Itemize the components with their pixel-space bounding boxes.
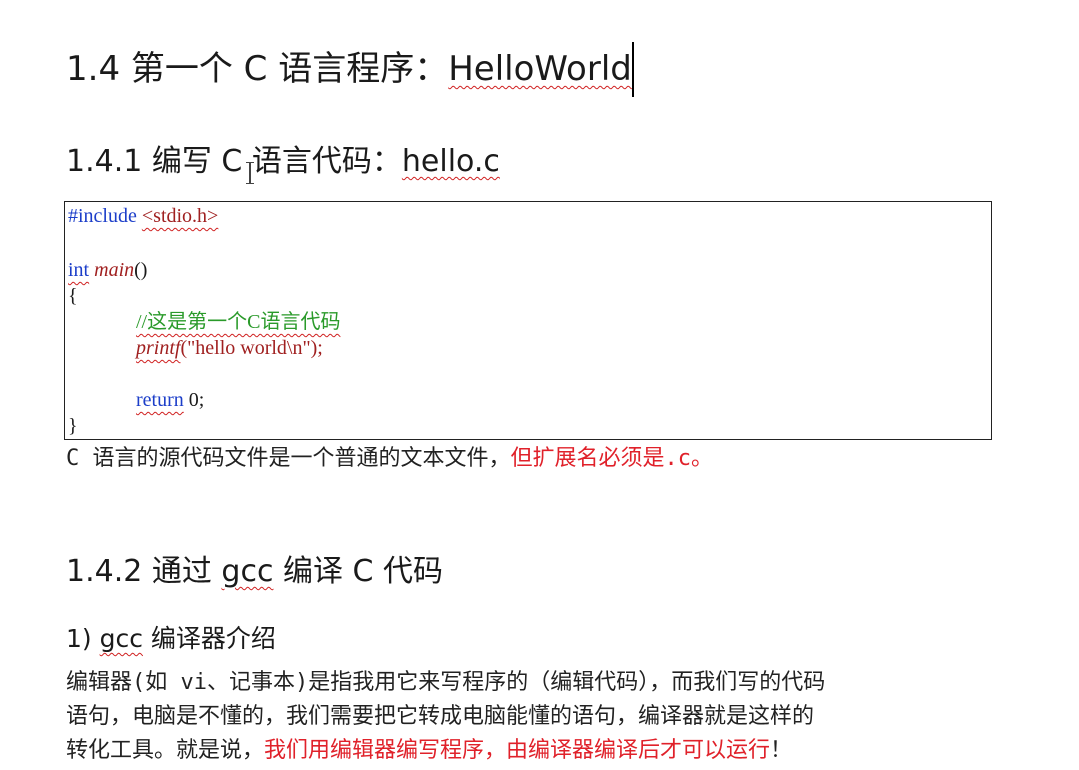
heading-1-4-2-word: gcc xyxy=(221,554,274,589)
note-text: C 语言的源代码文件是一个普通的文本文件， xyxy=(66,446,511,471)
code-return-keyword: return xyxy=(136,389,184,411)
code-type: int xyxy=(68,259,90,281)
heading-1-4-1-prefix: 1.4.1 编写 C 语言代码： xyxy=(66,144,402,179)
code-open-brace: { xyxy=(68,285,78,307)
paragraph-line-3: 转化工具。就是说，我们用编辑器编写程序，由编译器编译后才可以运行！ xyxy=(66,734,792,768)
code-printf-args: ("hello world\n"); xyxy=(180,337,323,359)
code-line-return: return 0; xyxy=(136,387,204,413)
code-include-directive: #include xyxy=(68,205,137,227)
code-parens: () xyxy=(134,259,148,281)
heading-1-4-word: HelloWorld xyxy=(448,49,632,89)
note-line: C 语言的源代码文件是一个普通的文本文件，但扩展名必须是.c。 xyxy=(66,442,713,476)
code-func-name: main xyxy=(94,259,135,281)
code-include-header: <stdio.h> xyxy=(141,205,219,227)
paragraph-line-3-prefix: 转化工具。就是说， xyxy=(66,738,265,763)
code-block[interactable]: #include <stdio.h> int main() { //这是第一个C… xyxy=(64,201,992,440)
heading-1-4-prefix: 1.4 第一个 C 语言程序： xyxy=(66,49,449,89)
heading-1-4-1: 1.4.1 编写 C 语言代码：hello.c xyxy=(66,142,500,182)
heading-1-4-2-prefix: 1.4.2 通过 xyxy=(66,554,222,589)
heading-gcc-intro-suffix: 编译器介绍 xyxy=(142,624,276,653)
paragraph-line-3-highlight: 我们用编辑器编写程序，由编译器编译后才可以运行 xyxy=(264,738,771,763)
heading-1-4-1-word: hello.c xyxy=(401,144,500,179)
code-close-brace: } xyxy=(68,415,78,437)
code-line-include: #include <stdio.h> xyxy=(68,203,218,229)
paragraph-line-2: 语句，电脑是不懂的，我们需要把它转成电脑能懂的语句，编译器就是这样的 xyxy=(66,704,815,729)
paragraph-line-1: 编辑器(如 vi、记事本)是指我用它来写程序的（编辑代码），而我们写的代码 xyxy=(66,670,826,695)
ibeam-cursor-icon xyxy=(246,162,254,184)
text-cursor xyxy=(632,42,634,97)
code-line-printf: printf("hello world\n"); xyxy=(136,335,323,361)
code-line-main: int main() xyxy=(68,257,147,283)
code-comment: //这是第一个C语言代码 xyxy=(136,311,341,333)
heading-1-4-2-suffix: 编译 C 代码 xyxy=(273,554,443,589)
paragraph-line-3-suffix: ！ xyxy=(770,738,793,763)
heading-gcc-intro: 1) gcc 编译器介绍 xyxy=(66,622,276,656)
code-return-value: 0; xyxy=(183,389,205,411)
note-highlight: 但扩展名必须是.c。 xyxy=(510,446,714,471)
heading-1-4-2: 1.4.2 通过 gcc 编译 C 代码 xyxy=(66,552,443,592)
heading-gcc-intro-prefix: 1) xyxy=(66,624,100,653)
heading-1-4: 1.4 第一个 C 语言程序：HelloWorld xyxy=(66,47,632,91)
heading-gcc-intro-word: gcc xyxy=(99,624,143,653)
code-printf-name: printf xyxy=(136,337,181,359)
